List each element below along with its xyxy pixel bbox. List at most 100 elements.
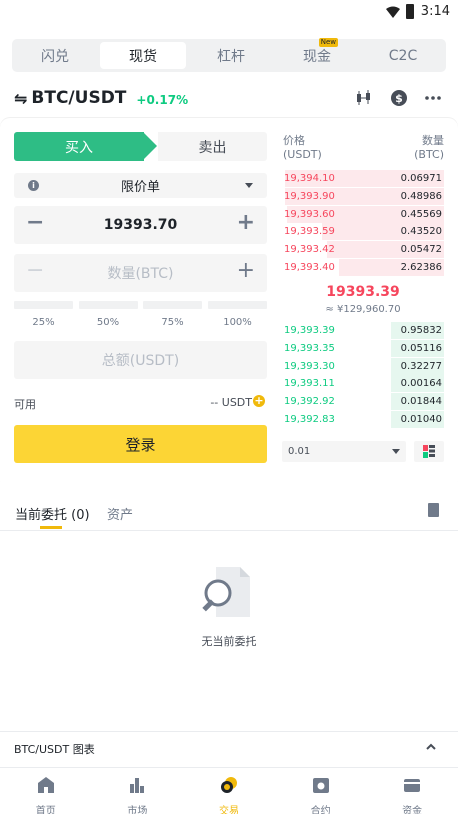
bid-row[interactable]: 19,393.35 0.05116 bbox=[282, 339, 444, 357]
candlestick-chart-icon[interactable] bbox=[355, 89, 373, 107]
dollar-icon[interactable]: $ bbox=[390, 89, 408, 107]
ask-row[interactable]: 19,394.10 0.06971 bbox=[282, 170, 444, 187]
buy-sell-toggle: 买入 卖出 bbox=[14, 132, 267, 161]
ask-price: 19,393.90 bbox=[284, 190, 335, 202]
ask-quantity: 0.06971 bbox=[400, 173, 442, 184]
bid-quantity: 0.05116 bbox=[400, 342, 442, 354]
ask-price: 19,393.59 bbox=[284, 226, 335, 238]
pair-selector[interactable]: ⇋ BTC/USDT +0.17% bbox=[14, 86, 188, 110]
bid-price: 19,392.92 bbox=[284, 396, 335, 408]
markets-icon bbox=[130, 778, 145, 793]
new-badge: New bbox=[318, 38, 338, 47]
tab-cash[interactable]: 现金 New bbox=[274, 38, 360, 72]
ask-row[interactable]: 19,393.90 0.48986 bbox=[282, 187, 444, 205]
trade-icon bbox=[220, 777, 237, 793]
price-value: 19393.70 bbox=[103, 217, 178, 233]
quantity-input[interactable]: − 数量(BTC) + bbox=[14, 254, 267, 292]
available-label: 可用 bbox=[14, 398, 36, 411]
bid-price: 19,393.30 bbox=[284, 360, 335, 372]
sell-button[interactable]: 卖出 bbox=[158, 132, 267, 161]
ask-price: 19,394.10 bbox=[284, 173, 335, 184]
buy-button[interactable]: 买入 bbox=[14, 132, 144, 161]
ask-row[interactable]: 19,393.40 2.62386 bbox=[282, 259, 444, 276]
price-input[interactable]: − 19393.70 + bbox=[14, 206, 267, 244]
nav-trade[interactable]: 交易 bbox=[183, 768, 275, 814]
svg-text:$: $ bbox=[395, 92, 403, 105]
empty-search-icon bbox=[202, 567, 250, 617]
bid-row[interactable]: 19,393.11 0.00164 bbox=[282, 375, 444, 393]
price-header: 价格 (USDT) bbox=[283, 134, 322, 161]
ask-row[interactable]: 19,393.59 0.43520 bbox=[282, 223, 444, 241]
nav-markets[interactable]: 市场 bbox=[92, 768, 184, 814]
percent-step[interactable]: 50% bbox=[78, 301, 138, 328]
total-input[interactable]: 总额(USDT) bbox=[14, 341, 267, 379]
divider bbox=[0, 731, 458, 732]
buy-arrow-shape bbox=[143, 132, 157, 160]
add-funds-icon[interactable]: + bbox=[253, 395, 265, 407]
ask-row[interactable]: 19,393.42 0.05472 bbox=[282, 241, 444, 259]
wifi-icon bbox=[386, 6, 400, 18]
ask-quantity: 0.05472 bbox=[400, 244, 442, 256]
bid-price: 19,393.39 bbox=[284, 325, 335, 336]
nav-futures[interactable]: 合约 bbox=[275, 768, 367, 814]
battery-icon bbox=[406, 4, 414, 19]
tab-assets[interactable]: 资产 bbox=[107, 504, 133, 523]
divider bbox=[0, 530, 458, 531]
login-button[interactable]: 登录 bbox=[14, 425, 267, 463]
more-icon[interactable] bbox=[424, 89, 442, 107]
chart-section-label[interactable]: BTC/USDT 图表 bbox=[14, 741, 95, 757]
percent-slider[interactable]: 25% 50% 75% 100% bbox=[14, 301, 267, 331]
ask-quantity: 0.45569 bbox=[400, 208, 442, 220]
ask-quantity: 0.43520 bbox=[400, 226, 442, 238]
tab-convert[interactable]: 闪兑 bbox=[12, 39, 98, 72]
ask-price: 19,393.60 bbox=[284, 208, 335, 220]
bid-row[interactable]: 19,393.30 0.32277 bbox=[282, 357, 444, 375]
price-decrease-button[interactable]: − bbox=[26, 210, 44, 235]
quantity-increase-button[interactable]: + bbox=[237, 258, 255, 283]
percent-step[interactable]: 100% bbox=[208, 301, 267, 328]
bid-quantity: 0.95832 bbox=[400, 325, 442, 336]
nav-wallet[interactable]: 资金 bbox=[366, 768, 458, 814]
tab-spot[interactable]: 现货 bbox=[100, 42, 186, 69]
swap-arrows-icon: ⇋ bbox=[14, 88, 28, 108]
order-type-select[interactable]: i 限价单 bbox=[14, 173, 267, 198]
order-history-icon[interactable] bbox=[428, 503, 439, 517]
bid-row[interactable]: 19,393.39 0.95832 bbox=[282, 322, 444, 339]
dropdown-caret-icon bbox=[245, 183, 253, 188]
status-bar: 3:14 bbox=[0, 0, 458, 26]
total-placeholder: 总额(USDT) bbox=[101, 353, 180, 369]
bid-price: 19,393.11 bbox=[284, 378, 335, 390]
bid-quantity: 0.01844 bbox=[400, 396, 442, 408]
percent-step[interactable]: 25% bbox=[14, 301, 73, 328]
ask-row[interactable]: 19,393.60 0.45569 bbox=[282, 205, 444, 223]
tab-open-orders[interactable]: 当前委托 (0) bbox=[15, 504, 90, 523]
nav-home[interactable]: 首页 bbox=[0, 768, 92, 814]
ask-price: 19,393.40 bbox=[284, 262, 335, 273]
active-tab-indicator bbox=[40, 526, 62, 529]
bottom-nav: 首页 市场 交易 合约 资金 bbox=[0, 767, 458, 814]
bid-quantity: 0.32277 bbox=[400, 360, 442, 372]
orderbook-layout-icon[interactable] bbox=[414, 441, 444, 462]
bid-price: 19,393.35 bbox=[284, 342, 335, 354]
quantity-decrease-button[interactable]: − bbox=[26, 258, 44, 283]
quantity-placeholder: 数量(BTC) bbox=[107, 266, 174, 282]
clock: 3:14 bbox=[420, 4, 450, 19]
qty-header: 数量 (BTC) bbox=[414, 134, 444, 161]
bid-price: 19,392.83 bbox=[284, 414, 335, 425]
bid-row[interactable]: 19,392.83 0.01040 bbox=[282, 411, 444, 428]
dropdown-caret-icon bbox=[392, 449, 400, 454]
tab-margin[interactable]: 杠杆 bbox=[188, 39, 274, 72]
last-price-fiat: ≈ ¥129,960.70 bbox=[325, 304, 401, 315]
info-icon[interactable]: i bbox=[28, 180, 39, 191]
order-type-label: 限价单 bbox=[120, 180, 160, 195]
bid-row[interactable]: 19,392.92 0.01844 bbox=[282, 393, 444, 411]
pair-symbol: BTC/USDT bbox=[31, 88, 127, 108]
tab-c2c[interactable]: C2C bbox=[360, 39, 446, 72]
depth-precision-select[interactable]: 0.01 bbox=[282, 441, 406, 462]
percent-step[interactable]: 75% bbox=[143, 301, 202, 328]
empty-state-text: 无当前委托 bbox=[201, 635, 257, 648]
futures-icon bbox=[312, 778, 329, 793]
chevron-up-icon[interactable] bbox=[426, 742, 436, 752]
price-increase-button[interactable]: + bbox=[237, 210, 255, 235]
last-price[interactable]: 19393.39 bbox=[282, 284, 444, 300]
